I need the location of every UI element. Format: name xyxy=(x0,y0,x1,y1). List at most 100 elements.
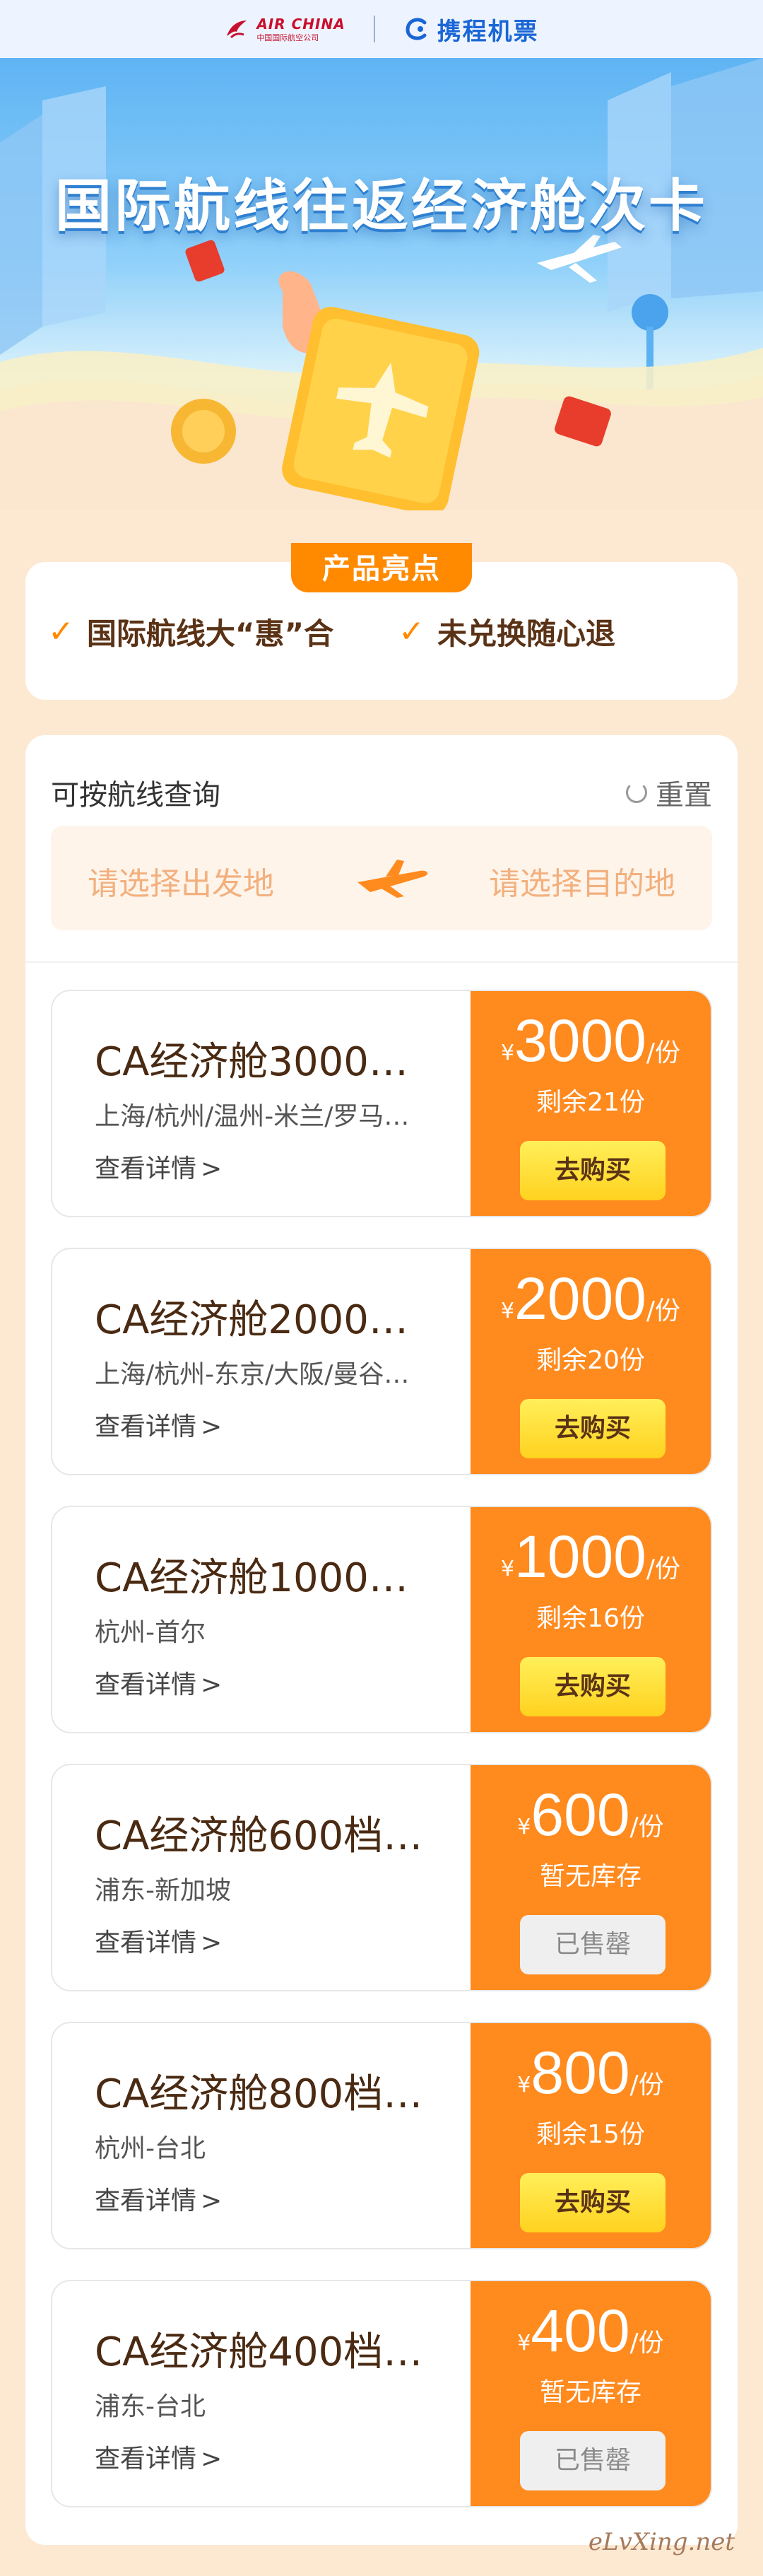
chevron-right-icon: > xyxy=(201,1154,223,1183)
price-value: 2000 xyxy=(514,1265,646,1332)
airchina-logo: AIR CHINA 中国国际航空公司 xyxy=(224,16,345,42)
buy-button[interactable]: 去购买 xyxy=(520,1141,666,1200)
price-unit: /份 xyxy=(646,1555,681,1583)
currency-symbol: ¥ xyxy=(517,2331,531,2355)
product-name: CA经济舱2000… xyxy=(95,1297,408,1343)
hero-illustration xyxy=(0,58,763,510)
product-routes: 杭州-首尔 xyxy=(95,1618,206,1647)
price-unit: /份 xyxy=(629,2071,664,2100)
product-routes: 杭州-台北 xyxy=(95,2134,206,2163)
product-name: CA经济舱3000… xyxy=(95,1039,408,1085)
product-card[interactable]: CA经济舱1000… 杭州-首尔 查看详情 > ¥1000/份 剩余16份 去购买 xyxy=(51,1506,712,1733)
check-icon: ✓ xyxy=(398,614,425,650)
buy-button[interactable]: 去购买 xyxy=(520,1657,666,1716)
price: ¥3000/份 xyxy=(471,1007,711,1075)
price-panel: ¥3000/份 剩余21份 去购买 xyxy=(471,991,711,1216)
product-card[interactable]: CA经济舱400档… 浦东-台北 查看详情 > ¥400/份 暂无库存 已售罄 xyxy=(51,2280,712,2507)
chevron-right-icon: > xyxy=(201,2186,223,2215)
stock-status: 剩余20份 xyxy=(536,1346,645,1375)
reset-button[interactable]: 重置 xyxy=(626,772,712,813)
view-details-link[interactable]: 查看详情 > xyxy=(95,1148,222,1185)
view-details-label: 查看详情 xyxy=(95,1928,197,1957)
view-details-label: 查看详情 xyxy=(95,1412,197,1441)
sold-out-button: 已售罄 xyxy=(520,2431,666,2490)
chevron-right-icon: > xyxy=(201,2445,223,2473)
view-details-link[interactable]: 查看详情 > xyxy=(95,1922,222,1959)
check-icon: ✓ xyxy=(48,614,74,650)
buy-button[interactable]: 去购买 xyxy=(520,2173,666,2232)
price-unit: /份 xyxy=(629,1813,664,1842)
hero-title: 国际航线往返经济舱次卡 xyxy=(55,173,708,239)
ctrip-logo: 携程机票 xyxy=(403,12,539,47)
currency-symbol: ¥ xyxy=(517,2073,531,2097)
route-selector: 请选择出发地 请选择目的地 xyxy=(51,826,712,930)
highlight-item: ✓ 国际航线大“惠”合 xyxy=(48,610,333,653)
airplane-icon xyxy=(357,860,428,898)
view-details-link[interactable]: 查看详情 > xyxy=(95,2180,222,2217)
product-card[interactable]: CA经济舱2000… 上海/杭州-东京/大阪/曼谷… 查看详情 > ¥2000/份… xyxy=(51,1248,712,1475)
price-value: 1000 xyxy=(514,1523,646,1590)
product-card[interactable]: CA经济舱800档… 杭州-台北 查看详情 > ¥800/份 剩余15份 去购买 xyxy=(51,2022,712,2249)
price: ¥600/份 xyxy=(471,1781,711,1849)
sold-out-button: 已售罄 xyxy=(520,1915,666,1974)
refresh-icon xyxy=(626,782,647,803)
stock-status: 剩余16份 xyxy=(536,1604,645,1633)
chevron-right-icon: > xyxy=(201,1670,223,1699)
price-unit: /份 xyxy=(646,1296,681,1325)
price-unit: /份 xyxy=(646,1038,681,1067)
view-details-label: 查看详情 xyxy=(95,1670,197,1699)
highlights-tag: 产品亮点 xyxy=(291,543,472,592)
product-routes: 上海/杭州/温州-米兰/罗马… xyxy=(95,1102,410,1131)
currency-symbol: ¥ xyxy=(517,1815,531,1839)
price-value: 600 xyxy=(531,1781,630,1848)
price-value: 400 xyxy=(531,2297,630,2364)
price-unit: /份 xyxy=(629,2329,664,2358)
highlight-item: ✓ 未兑换随心退 xyxy=(398,610,615,653)
view-details-label: 查看详情 xyxy=(95,2445,197,2473)
hero-banner: 国际航线往返经济舱次卡 xyxy=(0,58,763,510)
view-details-link[interactable]: 查看详情 > xyxy=(95,1406,222,1443)
brand-divider xyxy=(373,16,375,42)
destination-selector[interactable]: 请选择目的地 xyxy=(489,858,675,903)
highlights-card: 产品亮点 ✓ 国际航线大“惠”合 ✓ 未兑换随心退 xyxy=(25,543,738,700)
price-panel: ¥400/份 暂无库存 已售罄 xyxy=(471,2281,711,2506)
product-name: CA经济舱600档… xyxy=(95,1813,423,1859)
highlight-text: 国际航线大“惠”合 xyxy=(86,616,334,651)
ctrip-name: 携程机票 xyxy=(437,17,539,46)
departure-selector[interactable]: 请选择出发地 xyxy=(88,858,274,903)
view-details-link[interactable]: 查看详情 > xyxy=(95,2438,222,2475)
highlight-text: 未兑换随心退 xyxy=(437,616,615,651)
currency-symbol: ¥ xyxy=(500,1041,515,1065)
view-details-label: 查看详情 xyxy=(95,2186,197,2215)
price-panel: ¥1000/份 剩余16份 去购买 xyxy=(471,1507,711,1732)
product-list-card: 可按航线查询 重置 请选择出发地 请选择目的地 CA经济舱3000… 上海/杭州… xyxy=(25,735,738,2545)
stock-status: 剩余21份 xyxy=(536,1088,645,1117)
product-routes: 浦东-台北 xyxy=(95,2392,206,2421)
price: ¥800/份 xyxy=(471,2039,711,2107)
price-panel: ¥2000/份 剩余20份 去购买 xyxy=(471,1249,711,1474)
price: ¥1000/份 xyxy=(471,1523,711,1591)
stock-status: 暂无库存 xyxy=(539,2378,641,2407)
product-name: CA经济舱1000… xyxy=(95,1555,408,1601)
price: ¥400/份 xyxy=(471,2297,711,2365)
divider xyxy=(25,961,738,963)
chevron-right-icon: > xyxy=(201,1412,223,1441)
view-details-label: 查看详情 xyxy=(95,1154,197,1183)
product-routes: 上海/杭州-东京/大阪/曼谷… xyxy=(95,1360,410,1389)
view-details-link[interactable]: 查看详情 > xyxy=(95,1664,222,1701)
price-value: 3000 xyxy=(514,1007,646,1074)
product-name: CA经济舱400档… xyxy=(95,2329,423,2375)
product-card[interactable]: CA经济舱3000… 上海/杭州/温州-米兰/罗马… 查看详情 > ¥3000/份… xyxy=(51,990,712,1217)
query-title: 可按航线查询 xyxy=(51,779,220,812)
product-routes: 浦东-新加坡 xyxy=(95,1876,231,1905)
product-card[interactable]: CA经济舱600档… 浦东-新加坡 查看详情 > ¥600/份 暂无库存 已售罄 xyxy=(51,1764,712,1991)
currency-symbol: ¥ xyxy=(500,1299,515,1323)
buy-button[interactable]: 去购买 xyxy=(520,1399,666,1458)
price-value: 800 xyxy=(531,2039,630,2106)
ctrip-dolphin-icon xyxy=(406,18,427,40)
watermark: eLvXing.net xyxy=(588,2528,735,2556)
stock-status: 剩余15份 xyxy=(536,2120,645,2149)
brand-bar: AIR CHINA 中国国际航空公司 携程机票 xyxy=(0,0,763,58)
price: ¥2000/份 xyxy=(471,1265,711,1333)
phoenix-icon xyxy=(227,21,247,39)
